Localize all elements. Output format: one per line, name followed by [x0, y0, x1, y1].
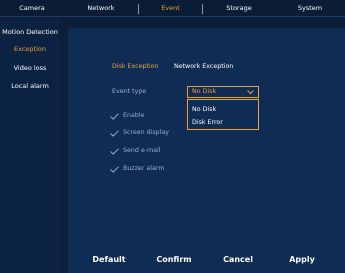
top-nav: Camera Network Event Storage System	[0, 0, 345, 17]
checkmark-icon	[110, 113, 119, 120]
enable-label: Enable	[123, 112, 145, 119]
dropdown-option-disk-error[interactable]: Disk Error	[192, 119, 223, 126]
sidebar: Motion Detection Exception Video loss Lo…	[0, 18, 60, 273]
screen-display-label: Screen display	[123, 129, 170, 136]
event-type-selected-value: No Disk	[192, 88, 217, 95]
confirm-button[interactable]: Confirm	[152, 254, 196, 266]
event-type-select[interactable]: No Disk	[187, 86, 259, 98]
event-type-dropdown: No Disk Disk Error	[187, 99, 259, 130]
event-type-label: Event type	[112, 88, 147, 95]
checkmark-icon	[110, 148, 119, 155]
apply-button[interactable]: Apply	[284, 254, 320, 266]
subtab-network-exception[interactable]: Network Exception	[174, 63, 233, 70]
checkmark-icon	[110, 130, 119, 137]
default-button[interactable]: Default	[86, 254, 132, 266]
sidebar-item-motion-detection[interactable]: Motion Detection	[0, 25, 60, 39]
main-panel: Disk Exception Network Exception Event t…	[68, 28, 345, 273]
checkmark-icon	[110, 166, 119, 173]
tab-storage[interactable]: Storage	[203, 0, 275, 17]
chevron-down-icon	[247, 90, 254, 95]
tab-network[interactable]: Network	[64, 0, 138, 17]
tab-event[interactable]: Event	[139, 0, 202, 17]
sidebar-item-video-loss[interactable]: Video loss	[0, 61, 60, 75]
dropdown-option-no-disk[interactable]: No Disk	[192, 106, 216, 113]
tab-camera[interactable]: Camera	[0, 0, 64, 17]
tab-system[interactable]: System	[275, 0, 345, 17]
subtab-disk-exception[interactable]: Disk Exception	[112, 63, 159, 70]
send-email-label: Send e-mail	[123, 147, 161, 154]
buzzer-alarm-label: Buzzer alarm	[123, 165, 165, 172]
sidebar-item-local-alarm[interactable]: Local alarm	[0, 79, 60, 93]
sidebar-item-exception[interactable]: Exception	[0, 42, 60, 56]
cancel-button[interactable]: Cancel	[218, 254, 258, 266]
